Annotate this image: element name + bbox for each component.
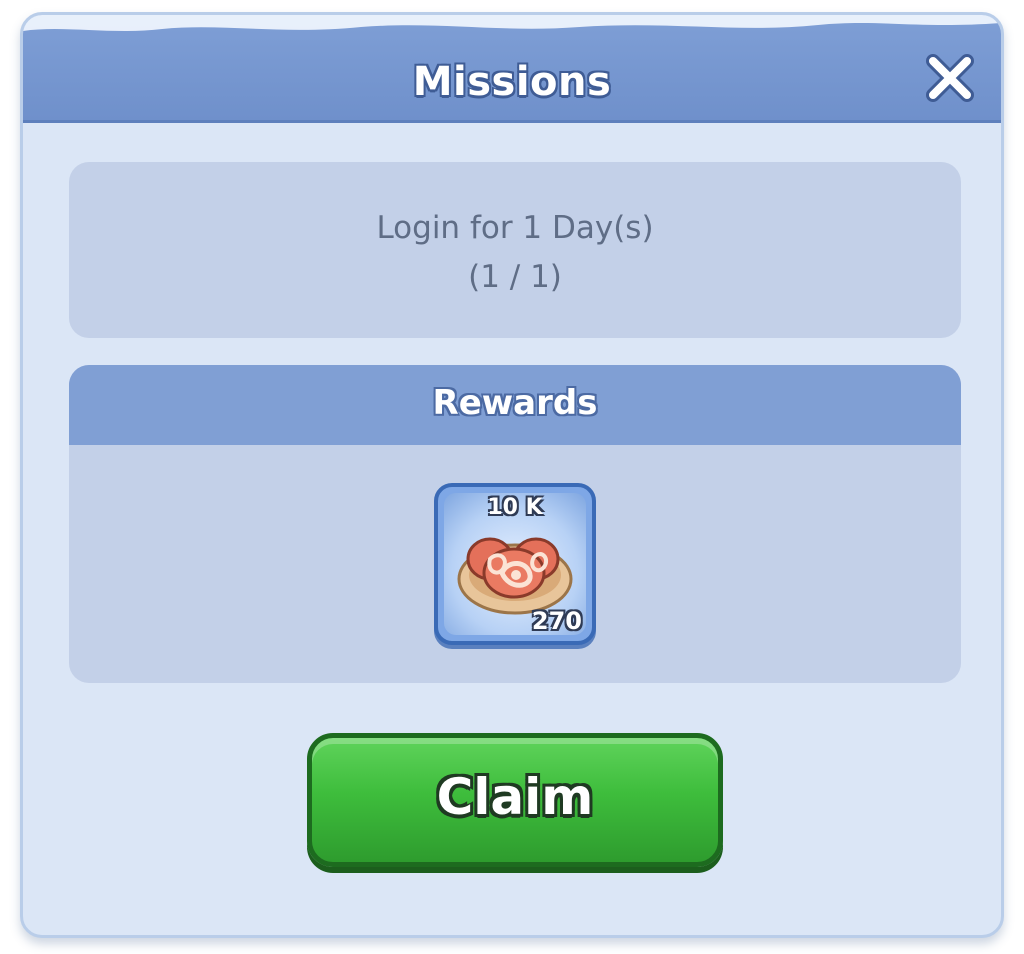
snow-decoration	[23, 15, 1001, 31]
mission-progress: (1 / 1)	[468, 259, 562, 295]
reward-amount-label: 10 K	[487, 495, 543, 520]
missions-dialog: Missions Login for 1 Day(s) (1 / 1) Rewa…	[20, 12, 1004, 938]
claim-button-label: Claim	[436, 768, 594, 826]
reward-item[interactable]: 10 K 270	[434, 483, 596, 645]
reward-count: 270	[531, 607, 582, 635]
dialog-title: Missions	[412, 59, 612, 105]
close-icon[interactable]	[923, 51, 977, 105]
mission-description: Login for 1 Day(s)	[376, 210, 654, 246]
claim-button[interactable]: Claim	[307, 733, 723, 867]
game-screen: Missions Login for 1 Day(s) (1 / 1) Rewa…	[0, 0, 1024, 954]
rewards-header: Rewards	[69, 365, 961, 445]
rewards-panel: Rewards 10 K 270	[69, 365, 961, 683]
rewards-title: Rewards	[432, 383, 598, 423]
dialog-title-bar: Missions	[23, 15, 1001, 123]
mission-card: Login for 1 Day(s) (1 / 1)	[69, 162, 961, 338]
